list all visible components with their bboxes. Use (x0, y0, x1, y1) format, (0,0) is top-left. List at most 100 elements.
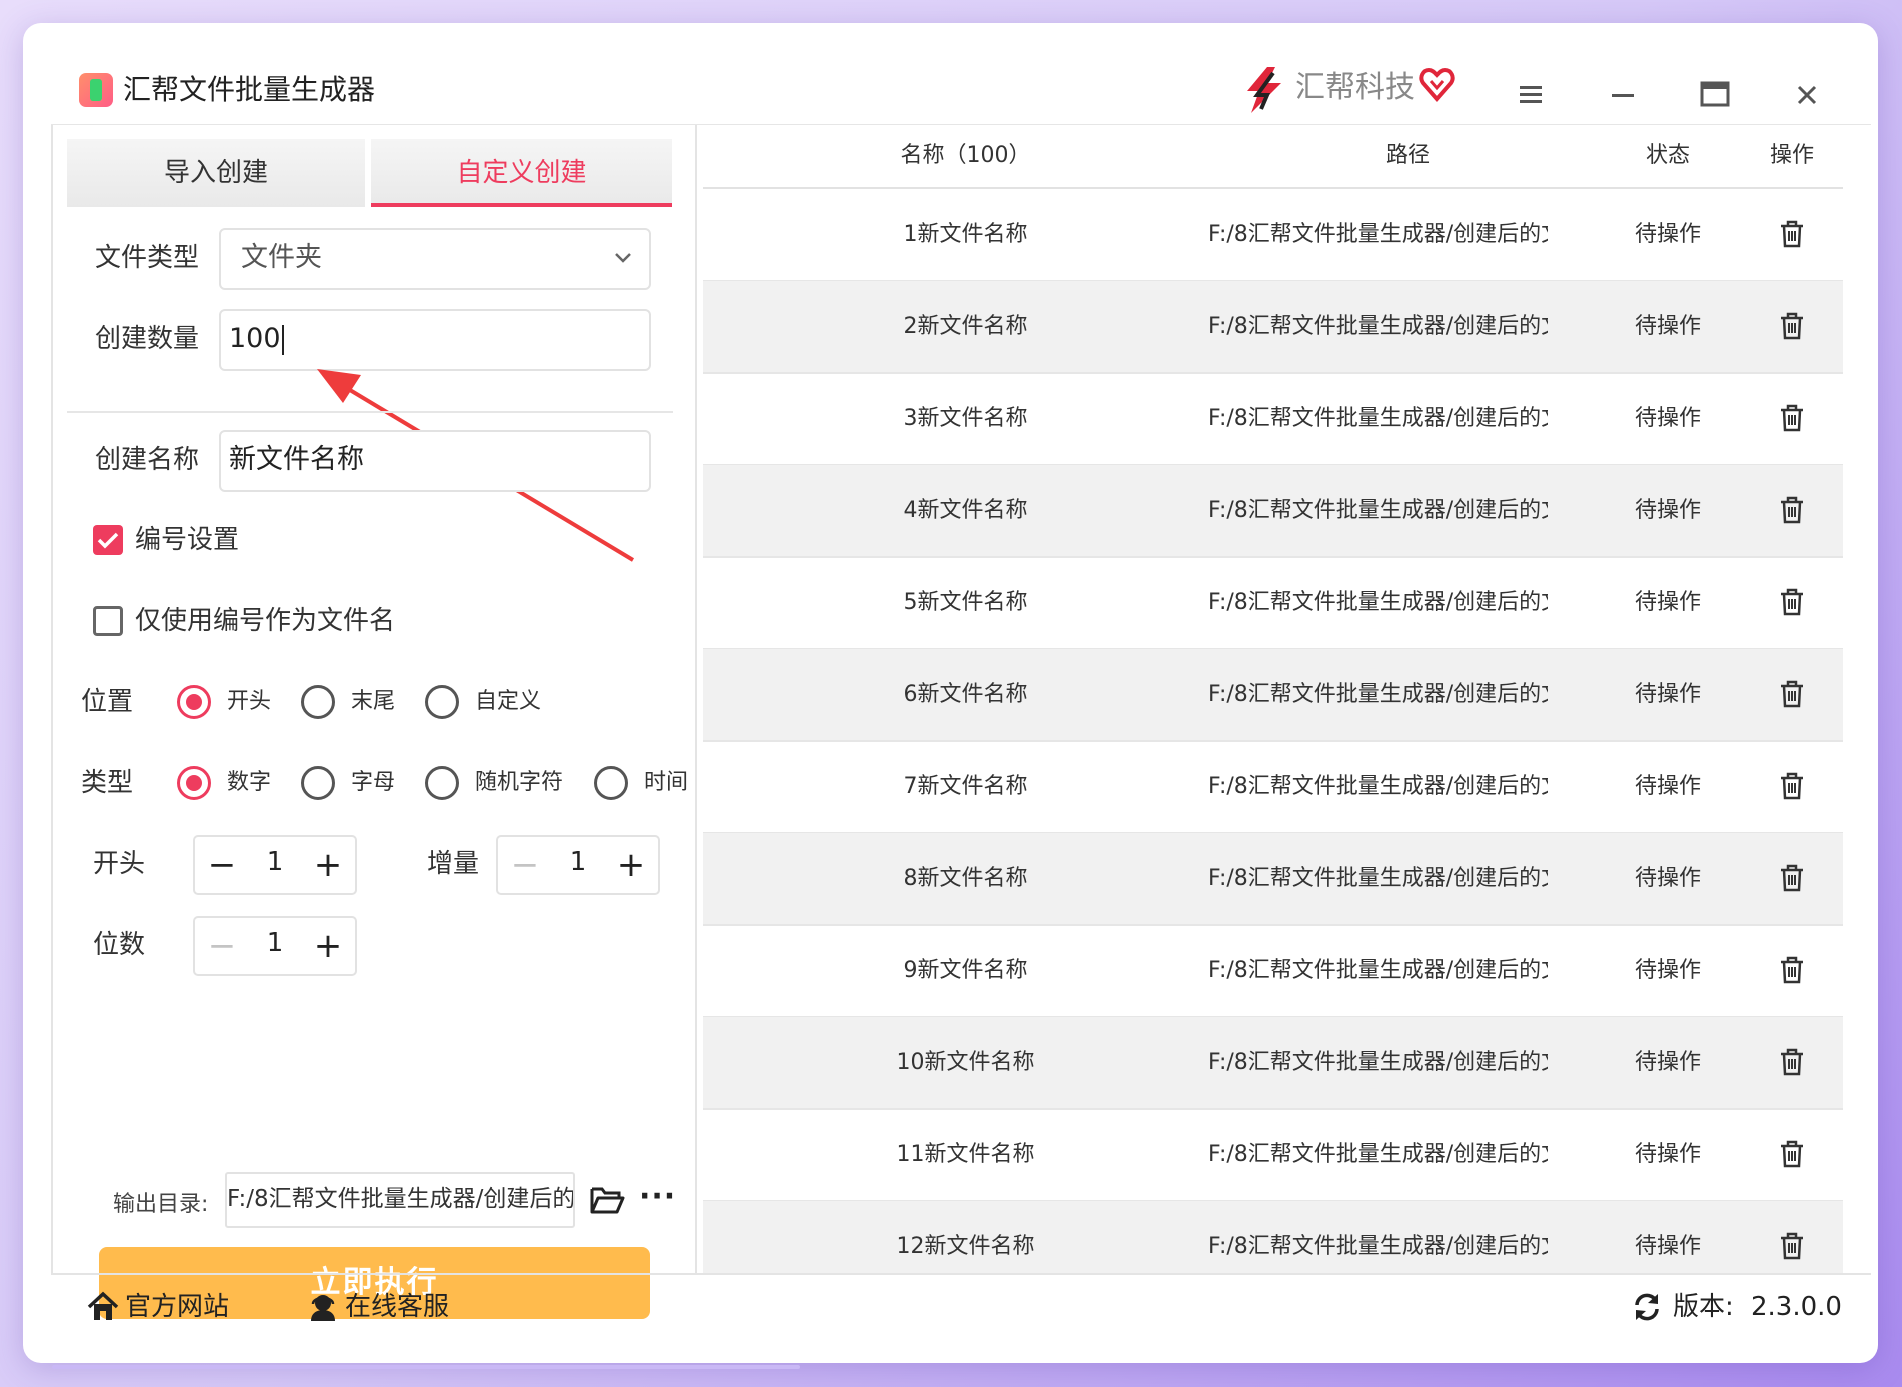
trash-icon[interactable] (1779, 680, 1805, 708)
table-row[interactable]: 9新文件名称 F:/8汇帮文件批量生成器/创建后的文件夹/9新文件名称 待操作 (703, 925, 1843, 1018)
row-path: F:/8汇帮文件批量生成器/创建后的文件夹/6新文件名称 (1208, 682, 1548, 707)
start-value[interactable]: 1 (245, 837, 305, 893)
trash-icon[interactable] (1779, 312, 1805, 340)
position-label: 位置 (81, 687, 134, 717)
table-row[interactable]: 5新文件名称 F:/8汇帮文件批量生成器/创建后的文件夹/5新文件名称 待操作 (703, 557, 1843, 650)
header-name: 名称（100） (900, 143, 1031, 168)
table-row[interactable]: 11新文件名称 F:/8汇帮文件批量生成器/创建后的文件夹/11新文件名称 待操作 (703, 1109, 1843, 1202)
row-status: 待操作 (1634, 1050, 1701, 1075)
name-label: 创建名称 (95, 445, 200, 475)
start-increment-button[interactable]: + (303, 837, 353, 893)
start-decrement-button[interactable]: − (197, 837, 247, 893)
position-option-start: 开头 (227, 689, 272, 714)
type-option-number: 数字 (227, 770, 272, 795)
version-number: 2.3.0.0 (1751, 1292, 1842, 1322)
header-path: 路径 (1385, 143, 1430, 168)
row-name: 7新文件名称 (903, 774, 1028, 799)
tab-custom-create[interactable]: 自定义创建 (371, 139, 672, 207)
row-path: F:/8汇帮文件批量生成器/创建后的文件夹/8新文件名称 (1208, 866, 1548, 891)
table-row[interactable]: 3新文件名称 F:/8汇帮文件批量生成器/创建后的文件夹/3新文件名称 待操作 (703, 373, 1843, 466)
only-number-checkbox[interactable] (93, 606, 123, 636)
trash-icon[interactable] (1779, 864, 1805, 892)
trash-icon[interactable] (1779, 404, 1805, 432)
count-value: 100 (229, 323, 281, 354)
start-label: 开头 (93, 849, 146, 879)
row-path: F:/8汇帮文件批量生成器/创建后的文件夹/11新文件名称 (1208, 1142, 1548, 1167)
type-option-letter: 字母 (351, 770, 396, 795)
row-status: 待操作 (1634, 682, 1701, 707)
increment-decrement-button[interactable]: − (500, 837, 550, 893)
increment-value[interactable]: 1 (548, 837, 608, 893)
online-support-link[interactable]: 在线客服 (345, 1287, 449, 1327)
table-header: 名称（100） 路径 状态 操作 (703, 125, 1843, 189)
tab-import-create[interactable]: 导入创建 (67, 139, 365, 207)
refresh-icon[interactable] (1631, 1291, 1663, 1323)
row-name: 2新文件名称 (903, 314, 1028, 339)
chevron-down-icon (615, 253, 631, 263)
maximize-icon[interactable] (1695, 75, 1735, 115)
more-options-icon[interactable]: ··· (639, 1182, 675, 1213)
output-dir-input[interactable]: F:/8汇帮文件批量生成器/创建后的文件夹 (225, 1172, 575, 1228)
trash-icon[interactable] (1779, 956, 1805, 984)
table-row[interactable]: 8新文件名称 F:/8汇帮文件批量生成器/创建后的文件夹/8新文件名称 待操作 (703, 833, 1843, 926)
increment-increment-button[interactable]: + (606, 837, 656, 893)
trash-icon[interactable] (1779, 588, 1805, 616)
vip-heart-icon[interactable] (1419, 67, 1455, 103)
row-status: 待操作 (1634, 406, 1701, 431)
table-row[interactable]: 2新文件名称 F:/8汇帮文件批量生成器/创建后的文件夹/2新文件名称 待操作 (703, 281, 1843, 374)
position-radio-start[interactable] (177, 685, 211, 719)
table-row[interactable]: 6新文件名称 F:/8汇帮文件批量生成器/创建后的文件夹/6新文件名称 待操作 (703, 649, 1843, 742)
row-path: F:/8汇帮文件批量生成器/创建后的文件夹/1新文件名称 (1208, 222, 1548, 247)
row-path: F:/8汇帮文件批量生成器/创建后的文件夹/4新文件名称 (1208, 498, 1548, 523)
type-radio-time[interactable] (594, 766, 628, 800)
trash-icon[interactable] (1779, 1232, 1805, 1260)
digits-increment-button[interactable]: + (303, 918, 353, 974)
menu-icon[interactable] (1511, 75, 1551, 115)
position-radio-end[interactable] (301, 685, 335, 719)
type-radio-number[interactable] (177, 766, 211, 800)
table-row[interactable]: 12新文件名称 F:/8汇帮文件批量生成器/创建后的文件夹/12新文件名称 待操作 (703, 1201, 1843, 1273)
output-dir-label: 输出目录: (113, 1192, 209, 1217)
name-input[interactable]: 新文件名称 (219, 430, 651, 492)
type-option-time: 时间 (644, 770, 689, 795)
row-name: 3新文件名称 (903, 406, 1028, 431)
position-radio-custom[interactable] (425, 685, 459, 719)
trash-icon[interactable] (1779, 1140, 1805, 1168)
digits-value[interactable]: 1 (245, 918, 305, 974)
folder-open-icon[interactable] (589, 1183, 625, 1217)
numbering-checkbox[interactable] (93, 525, 123, 555)
row-name: 1新文件名称 (903, 222, 1028, 247)
trash-icon[interactable] (1779, 220, 1805, 248)
table-row[interactable]: 4新文件名称 F:/8汇帮文件批量生成器/创建后的文件夹/4新文件名称 待操作 (703, 465, 1843, 558)
close-icon[interactable] (1787, 75, 1827, 115)
home-icon[interactable] (87, 1291, 119, 1323)
row-name: 4新文件名称 (903, 498, 1028, 523)
app-logo-icon (79, 73, 113, 107)
file-type-select[interactable]: 文件夹 (219, 228, 651, 290)
trash-icon[interactable] (1779, 496, 1805, 524)
digits-label: 位数 (93, 930, 146, 960)
official-website-link[interactable]: 官方网站 (125, 1287, 229, 1327)
minimize-icon[interactable] (1603, 75, 1643, 115)
table-row[interactable]: 10新文件名称 F:/8汇帮文件批量生成器/创建后的文件夹/10新文件名称 待操作 (703, 1017, 1843, 1110)
customer-service-icon[interactable] (307, 1291, 339, 1323)
row-status: 待操作 (1634, 1234, 1701, 1259)
title-bar: 汇帮文件批量生成器 汇帮科技 (23, 23, 1878, 125)
type-label: 类型 (81, 768, 134, 798)
digits-decrement-button[interactable]: − (197, 918, 247, 974)
type-radio-letter[interactable] (301, 766, 335, 800)
scrollbar[interactable] (52, 1365, 800, 1369)
row-path: F:/8汇帮文件批量生成器/创建后的文件夹/12新文件名称 (1208, 1234, 1548, 1259)
table-row[interactable]: 7新文件名称 F:/8汇帮文件批量生成器/创建后的文件夹/7新文件名称 待操作 (703, 741, 1843, 834)
row-path: F:/8汇帮文件批量生成器/创建后的文件夹/7新文件名称 (1208, 774, 1548, 799)
row-name: 9新文件名称 (903, 958, 1028, 983)
version-label: 版本: (1673, 1292, 1734, 1322)
footer-bar: 官方网站 在线客服 版本: 2.3.0.0 (51, 1273, 1871, 1343)
app-window: 汇帮文件批量生成器 汇帮科技 导入创建 自定义创建 文件类型 文件夹 创建数量 … (23, 23, 1878, 1363)
type-radio-random[interactable] (425, 766, 459, 800)
trash-icon[interactable] (1779, 1048, 1805, 1076)
trash-icon[interactable] (1779, 772, 1805, 800)
start-stepper: − 1 + (193, 835, 357, 895)
table-row[interactable]: 1新文件名称 F:/8汇帮文件批量生成器/创建后的文件夹/1新文件名称 待操作 (703, 189, 1843, 282)
position-option-end: 末尾 (351, 689, 396, 714)
